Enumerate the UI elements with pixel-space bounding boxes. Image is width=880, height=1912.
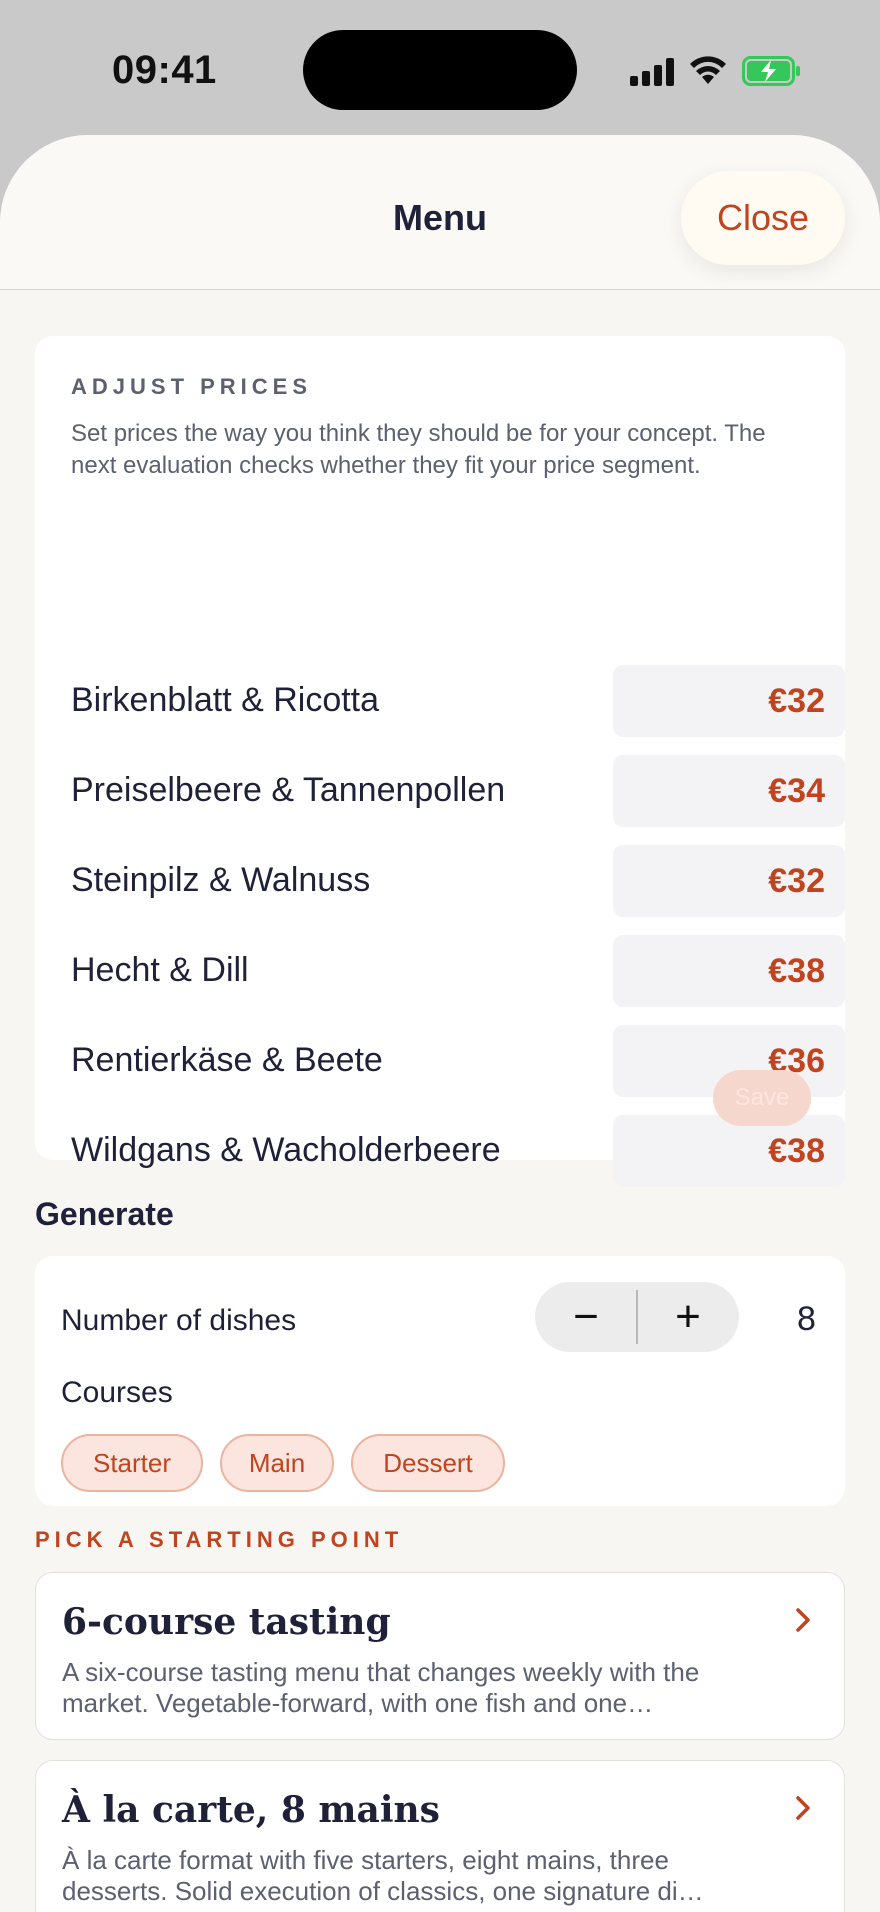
starting-point-option[interactable]: À la carte, 8 mains À la carte format wi… xyxy=(35,1760,845,1912)
generate-title: Generate xyxy=(35,1196,174,1232)
course-chip-dessert[interactable]: Dessert xyxy=(351,1434,505,1492)
number-of-dishes-label: Number of dishes xyxy=(61,1304,297,1337)
chevron-right-icon xyxy=(796,1608,810,1632)
courses-label: Courses xyxy=(61,1376,173,1409)
starting-point-option[interactable]: 6-course tasting A six-course tasting me… xyxy=(35,1572,845,1740)
dish-count-stepper: − + xyxy=(535,1282,739,1352)
course-chip-main[interactable]: Main xyxy=(220,1434,334,1492)
starting-point-heading: PICK A STARTING POINT xyxy=(35,1527,404,1552)
option-title: À la carte, 8 mains xyxy=(62,1789,440,1831)
generate-card: Number of dishes − + 8 Courses Starter M… xyxy=(35,1256,845,1506)
option-description: À la carte format with five starters, ei… xyxy=(62,1845,704,1906)
dish-count-value: 8 xyxy=(797,1300,816,1338)
save-button[interactable]: Save xyxy=(713,1070,811,1126)
chevron-right-icon xyxy=(796,1796,810,1820)
content-layer: Save Generate Number of dishes − + 8 Cou… xyxy=(0,0,880,1912)
course-chip-starter[interactable]: Starter xyxy=(61,1434,203,1492)
increment-button[interactable]: + xyxy=(637,1282,739,1352)
decrement-button[interactable]: − xyxy=(535,1282,637,1352)
option-title: 6-course tasting xyxy=(62,1601,391,1643)
option-description: A six-course tasting menu that changes w… xyxy=(62,1657,700,1718)
